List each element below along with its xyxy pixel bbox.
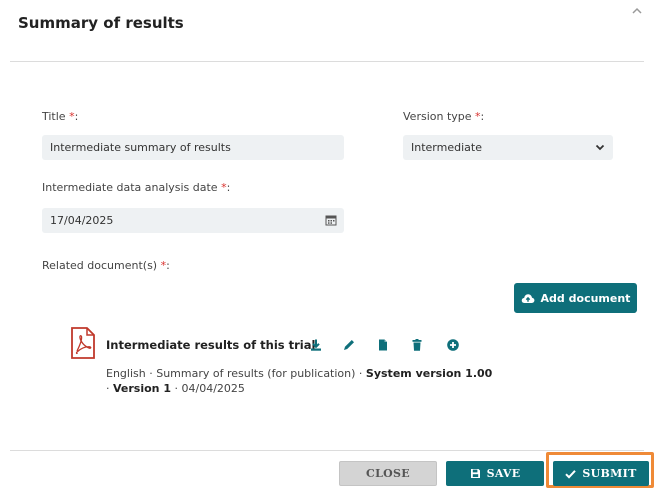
calendar-icon[interactable] <box>325 214 337 226</box>
chevron-down-icon <box>595 144 605 151</box>
close-button[interactable]: CLOSE <box>339 461 437 486</box>
document-metadata: English · Summary of results (for public… <box>106 367 493 395</box>
add-document-button[interactable]: Add document <box>514 283 637 313</box>
edit-icon[interactable] <box>342 338 356 352</box>
add-icon[interactable] <box>446 338 460 352</box>
analysis-date-label: Intermediate data analysis date *: <box>42 181 231 194</box>
delete-icon[interactable] <box>410 338 424 352</box>
footer-divider <box>10 450 644 451</box>
document-title[interactable]: Intermediate results of this trial <box>106 338 315 352</box>
save-icon <box>470 469 480 478</box>
title-label: Title *: <box>42 110 79 123</box>
checkmark-icon <box>565 469 577 479</box>
pdf-file-icon <box>71 327 95 359</box>
download-icon[interactable] <box>309 338 323 352</box>
chevron-up-icon[interactable] <box>630 4 644 18</box>
version-type-select[interactable]: Intermediate <box>403 135 613 160</box>
related-docs-label: Related document(s) *: <box>42 259 170 272</box>
header-divider <box>10 61 644 62</box>
submit-button[interactable]: SUBMIT <box>553 461 649 486</box>
title-input[interactable]: Intermediate summary of results <box>42 135 344 160</box>
analysis-date-input[interactable]: 17/04/2025 <box>42 208 344 233</box>
cloud-upload-icon <box>521 293 534 303</box>
file-icon[interactable] <box>376 338 390 352</box>
modal-title: Summary of results <box>18 14 184 32</box>
save-button[interactable]: SAVE <box>446 461 544 486</box>
version-type-label: Version type *: <box>403 110 485 123</box>
